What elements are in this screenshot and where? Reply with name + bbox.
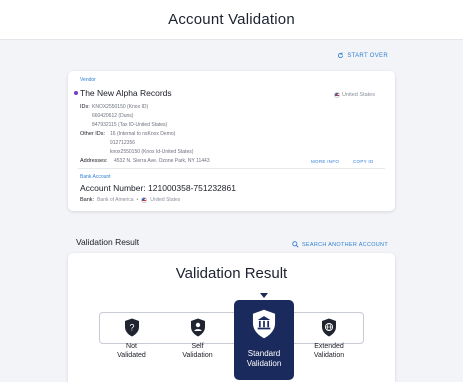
ids-label: IDs: — [80, 104, 90, 110]
other-id-value: 912712356 — [110, 140, 136, 146]
validation-result-card: Validation Result ? Not Validated Self Val… — [68, 253, 395, 382]
page-title: Account Validation — [168, 11, 295, 28]
level-label-line2: Validation — [182, 352, 213, 359]
level-label-line2: Validation — [246, 359, 282, 368]
level-label-line2: Validated — [117, 352, 146, 359]
globe-shield-icon — [322, 318, 336, 337]
active-level-pointer — [260, 293, 268, 298]
id-value: KNOX2550150 (Knox ID) — [92, 104, 149, 110]
other-ids-label: Other IDs: — [80, 131, 106, 137]
level-self-validation: Self Validation — [174, 318, 221, 360]
id-value: 847932115 (Tax ID-United States) — [92, 122, 168, 128]
level-label-line1: Extended — [314, 343, 344, 350]
level-label-line2: Validation — [313, 352, 345, 359]
card-divider — [78, 168, 385, 169]
level-label-line1: Not — [126, 343, 137, 350]
user-shield-icon — [190, 318, 205, 337]
search-another-account-button[interactable]: SEARCH ANOTHER ACCOUNT — [292, 241, 388, 248]
svg-text:?: ? — [129, 323, 134, 333]
level-not-validated: ? Not Validated — [108, 318, 155, 360]
addresses-label: Addresses: — [80, 158, 108, 164]
search-another-label: SEARCH ANOTHER ACCOUNT — [301, 241, 388, 248]
more-info-link[interactable]: MORE INFO — [311, 159, 339, 164]
validation-result-heading: Validation Result — [76, 237, 140, 247]
start-over-button[interactable]: START OVER — [337, 52, 388, 59]
id-value: 660420612 (Duns) — [92, 113, 134, 119]
vendor-account-card: Vendor The New Alpha Records United Stat… — [68, 71, 395, 211]
other-id-value: knox2550150 (Knox Id-United States) — [110, 149, 194, 155]
level-standard-validation: Standard Validation — [234, 300, 294, 380]
bank-account-section-label: Bank Account — [80, 174, 111, 180]
bank-label: Bank: — [80, 197, 95, 203]
level-label-line1: Standard — [247, 349, 281, 358]
account-number: Account Number: 121000358-751232861 — [80, 183, 236, 193]
level-extended-validation: Extended Validation — [304, 318, 354, 360]
us-flag-icon — [333, 92, 340, 98]
us-flag-icon — [141, 197, 148, 203]
search-icon — [292, 241, 299, 248]
vendor-country-label: United States — [341, 92, 375, 98]
header-bar: Account Validation — [0, 0, 463, 40]
other-id-value: 16 (Internal to nsKnox Demo) — [110, 131, 176, 137]
vendor-indicator-dot — [74, 91, 78, 95]
bank-shield-icon — [252, 309, 276, 339]
start-over-label: START OVER — [347, 52, 388, 59]
bank-country: United States — [150, 197, 181, 203]
question-shield-icon: ? — [124, 318, 139, 337]
level-label-line1: Self — [191, 343, 204, 350]
bank-name: Bank of America — [97, 197, 134, 203]
address-value: 4532 N. Sierra Ave. Ozone Park, NY 11443 — [114, 158, 210, 164]
bank-line: Bank: Bank of America • United States — [80, 197, 180, 203]
validation-result-title: Validation Result — [175, 265, 288, 282]
refresh-icon — [338, 52, 344, 59]
bullet-separator: • — [136, 197, 139, 203]
copy-id-link[interactable]: COPY ID — [353, 159, 374, 164]
vendor-section-label: Vendor — [80, 77, 96, 83]
vendor-country: United States — [333, 92, 375, 98]
vendor-name: The New Alpha Records — [80, 88, 172, 98]
